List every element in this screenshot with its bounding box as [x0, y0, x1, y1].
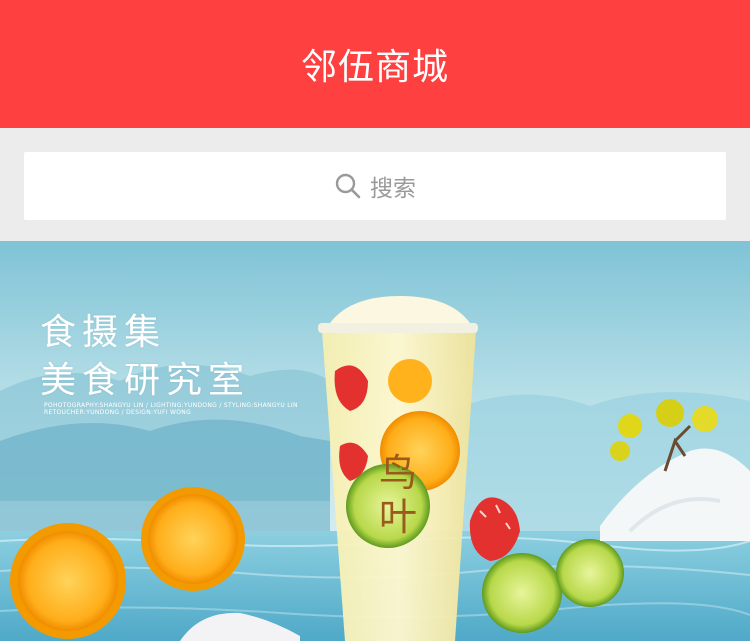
- banner-title: 食摄集: [40, 312, 167, 353]
- search-input[interactable]: 搜索: [24, 152, 726, 220]
- page-title: 邻伍商城: [300, 47, 449, 88]
- banner-image: [0, 241, 750, 641]
- app-header: 邻伍商城: [0, 0, 750, 128]
- search-bar-container: 搜索: [0, 128, 750, 241]
- banner-subtitle: 美食研究室: [40, 360, 251, 401]
- banner-credits-line2: RETOUCHER:YUNDONG / DESIGN:YUFI WONG: [44, 409, 192, 416]
- search-placeholder: 搜索: [370, 176, 416, 202]
- cup-logo-text: 鸟叶: [378, 451, 417, 539]
- search-icon: [335, 173, 361, 199]
- promo-banner[interactable]: 食摄集 美食研究室 POHOTOGRAPHY:SHANGYU LIN / LIG…: [0, 241, 750, 641]
- banner-credits-line1: POHOTOGRAPHY:SHANGYU LIN / LIGHTING:YUND…: [44, 402, 298, 409]
